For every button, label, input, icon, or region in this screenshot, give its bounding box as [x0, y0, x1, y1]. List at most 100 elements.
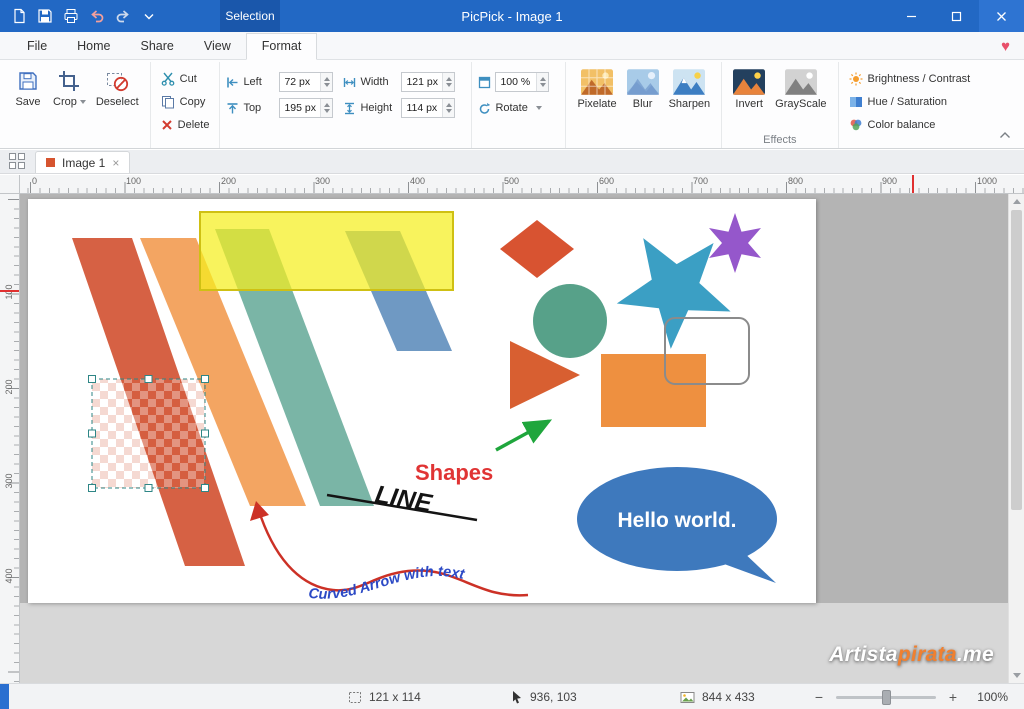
effects-group-label: Effects	[722, 134, 837, 146]
deselect-label: Deselect	[96, 96, 139, 108]
zoom-in-button[interactable]: +	[946, 689, 960, 705]
pixelate-label: Pixelate	[577, 98, 616, 110]
zoom-slider[interactable]	[836, 696, 936, 699]
hue-saturation-button[interactable]: Hue / Saturation	[845, 92, 975, 112]
scale-input[interactable]: 100 %	[495, 72, 549, 92]
height-input[interactable]: 114 px	[401, 98, 455, 118]
context-tab-selection[interactable]: Selection	[220, 0, 280, 32]
cut-button[interactable]: Cut	[157, 69, 214, 89]
vertical-ruler: 100 200 300 400	[0, 194, 20, 683]
left-input[interactable]: 72 px	[279, 72, 333, 92]
minimize-button[interactable]	[889, 0, 934, 32]
height-spinner-arrows[interactable]	[442, 99, 454, 117]
green-arrow	[496, 421, 549, 450]
delete-button[interactable]: Delete	[157, 115, 214, 135]
deselect-icon	[105, 69, 129, 93]
scale-spinner-arrows[interactable]	[536, 73, 548, 91]
heart-icon[interactable]: ♥	[1001, 38, 1010, 55]
left-spinner-arrows[interactable]	[320, 73, 332, 91]
brightness-contrast-button[interactable]: Brightness / Contrast	[845, 69, 975, 89]
statusbar-accent	[0, 684, 9, 709]
height-label: Height	[360, 102, 397, 114]
zoom-slider-thumb[interactable]	[882, 690, 891, 705]
document-tab-image1[interactable]: Image 1 ×	[35, 151, 130, 173]
qat-more-icon[interactable]	[138, 5, 160, 27]
grayscale-label: GrayScale	[775, 98, 826, 110]
image-canvas[interactable]: Shapes LINE Curved Arrow with text Hello…	[28, 199, 816, 603]
undo-icon[interactable]	[86, 5, 108, 27]
sharpen-button[interactable]: Sharpen	[664, 64, 716, 110]
color-balance-button[interactable]: Color balance	[845, 115, 975, 135]
tab-view[interactable]: View	[189, 34, 246, 59]
width-spinner-arrows[interactable]	[442, 73, 454, 91]
new-file-icon[interactable]	[8, 5, 30, 27]
document-color-icon	[46, 158, 55, 167]
close-button[interactable]	[979, 0, 1024, 32]
top-input[interactable]: 195 px	[279, 98, 333, 118]
redo-icon[interactable]	[112, 5, 134, 27]
picpick-window: Selection PicPick - Image 1 File Home Sh…	[0, 0, 1024, 709]
thumbnail-view-icon[interactable]	[9, 153, 26, 170]
hue-saturation-label: Hue / Saturation	[868, 96, 948, 108]
ribbon-group-clipboard: Cut Copy Delete	[151, 62, 221, 148]
deselect-button[interactable]: Deselect	[91, 64, 144, 108]
document-tab-label: Image 1	[62, 156, 105, 170]
ribbon-group-position-size: Left 72 px Top 195 px	[220, 62, 472, 148]
scroll-up-icon[interactable]	[1009, 194, 1024, 209]
copy-button[interactable]: Copy	[157, 92, 214, 112]
rotate-button[interactable]: Rotate	[478, 98, 549, 118]
delete-label: Delete	[178, 119, 210, 131]
left-position-icon	[226, 76, 239, 89]
hue-saturation-icon	[849, 95, 863, 109]
watermark: Artistapirata.me	[829, 643, 994, 667]
image-page[interactable]: Shapes LINE Curved Arrow with text Hello…	[28, 199, 816, 603]
tab-close-icon[interactable]: ×	[112, 157, 119, 169]
invert-label: Invert	[735, 98, 763, 110]
maximize-button[interactable]	[934, 0, 979, 32]
tab-file[interactable]: File	[12, 34, 62, 59]
ribbon-group-effects: Invert GrayScale Effects	[722, 62, 838, 148]
scroll-down-icon[interactable]	[1009, 668, 1024, 683]
save-icon[interactable]	[34, 5, 56, 27]
blur-button[interactable]: Blur	[622, 64, 664, 110]
horizontal-ruler: 0 100 200 300 400 500 600 700 800 900 10…	[20, 175, 1024, 194]
green-circle	[533, 284, 607, 358]
pixelate-button[interactable]: Pixelate	[572, 64, 621, 110]
color-balance-icon	[849, 118, 863, 132]
sharpen-thumbnail-icon	[673, 69, 705, 95]
cut-scissors-icon	[161, 72, 175, 86]
width-label: Width	[360, 76, 397, 88]
crop-button[interactable]: Crop	[48, 64, 91, 108]
tab-format[interactable]: Format	[246, 33, 318, 60]
zoom-out-button[interactable]: −	[812, 689, 826, 705]
print-icon[interactable]	[60, 5, 82, 27]
grayscale-button[interactable]: GrayScale	[770, 64, 831, 110]
selection-size-indicator: 121 x 114	[348, 684, 421, 709]
vertical-scrollbar[interactable]	[1008, 194, 1024, 683]
cursor-x-marker	[912, 175, 914, 193]
sharpen-label: Sharpen	[669, 98, 711, 110]
copy-label: Copy	[180, 96, 206, 108]
curved-arrow-text: Curved Arrow with text	[308, 564, 467, 603]
color-balance-label: Color balance	[868, 119, 936, 131]
invert-button[interactable]: Invert	[728, 64, 770, 110]
tab-share[interactable]: Share	[126, 34, 189, 59]
save-label: Save	[15, 96, 40, 108]
workspace: 0 100 200 300 400 500 600 700 800 900 10…	[0, 175, 1024, 683]
scrollbar-thumb[interactable]	[1011, 210, 1022, 510]
brightness-sun-icon	[849, 72, 863, 86]
ribbon-tab-bar: File Home Share View Format ♥	[0, 32, 1024, 60]
image-size-icon	[680, 691, 695, 704]
top-spinner-arrows[interactable]	[320, 99, 332, 117]
collapse-ribbon-icon[interactable]	[996, 128, 1014, 142]
blur-label: Blur	[633, 98, 653, 110]
tab-home[interactable]: Home	[62, 34, 125, 59]
invert-thumbnail-icon	[733, 69, 765, 95]
ruler-corner	[0, 175, 20, 194]
width-input[interactable]: 121 px	[401, 72, 455, 92]
save-button[interactable]: Save	[8, 64, 48, 108]
line-text: LINE	[373, 480, 435, 518]
canvas-area[interactable]: Shapes LINE Curved Arrow with text Hello…	[20, 194, 1008, 683]
height-icon	[343, 102, 356, 115]
shapes-text: Shapes	[415, 460, 493, 485]
